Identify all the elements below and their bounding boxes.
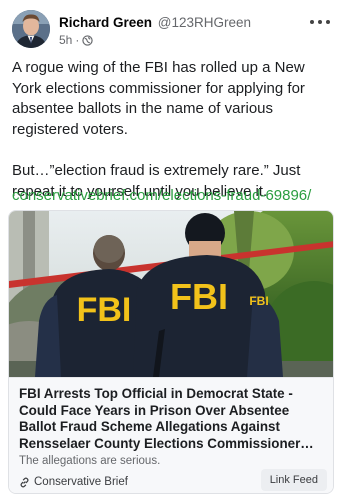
more-dot bbox=[326, 20, 330, 24]
jacket-lettering-right: FBI bbox=[170, 276, 228, 317]
card-title[interactable]: FBI Arrests Top Official in Democrat Sta… bbox=[19, 386, 325, 452]
author-name[interactable]: Richard Green bbox=[59, 15, 152, 30]
author-name-row: Richard Green @123RHGreen bbox=[59, 14, 302, 31]
avatar-photo bbox=[12, 10, 50, 48]
post-text: A rogue wing of the FBI has rolled up a … bbox=[12, 58, 334, 202]
author-handle[interactable]: @123RHGreen bbox=[158, 15, 251, 30]
more-dot bbox=[318, 20, 322, 24]
post-meta: 5h · bbox=[59, 33, 302, 47]
link-feed-button[interactable]: Link Feed bbox=[260, 469, 327, 491]
more-options-icon[interactable] bbox=[310, 16, 330, 28]
link-preview-card[interactable]: FBI FBI FBI FBI Arrests Top Official in … bbox=[8, 210, 334, 494]
link-icon bbox=[19, 477, 30, 488]
card-source: Conservative Brief bbox=[19, 475, 128, 489]
card-description: The allegations are serious. bbox=[19, 455, 161, 467]
post-link[interactable]: conservativebrief.com/elections-fraud-69… bbox=[12, 186, 311, 206]
card-image[interactable]: FBI FBI FBI bbox=[9, 211, 333, 377]
card-source-name[interactable]: Conservative Brief bbox=[34, 475, 128, 489]
globe-icon bbox=[82, 34, 94, 46]
post-header: Richard Green @123RHGreen 5h · bbox=[12, 10, 332, 50]
author-block: Richard Green @123RHGreen 5h · bbox=[59, 14, 302, 47]
more-dot bbox=[310, 20, 314, 24]
post-paragraph: A rogue wing of the FBI has rolled up a … bbox=[12, 59, 305, 138]
avatar[interactable] bbox=[12, 10, 50, 48]
fbi-agents-photo: FBI FBI FBI bbox=[9, 211, 333, 377]
meta-separator: · bbox=[75, 33, 80, 47]
post-timestamp[interactable]: 5h bbox=[59, 33, 72, 47]
card-body: FBI Arrests Top Official in Democrat Sta… bbox=[9, 377, 333, 493]
jacket-lettering-left: FBI bbox=[77, 291, 132, 329]
sleeve-lettering: FBI bbox=[249, 294, 268, 308]
